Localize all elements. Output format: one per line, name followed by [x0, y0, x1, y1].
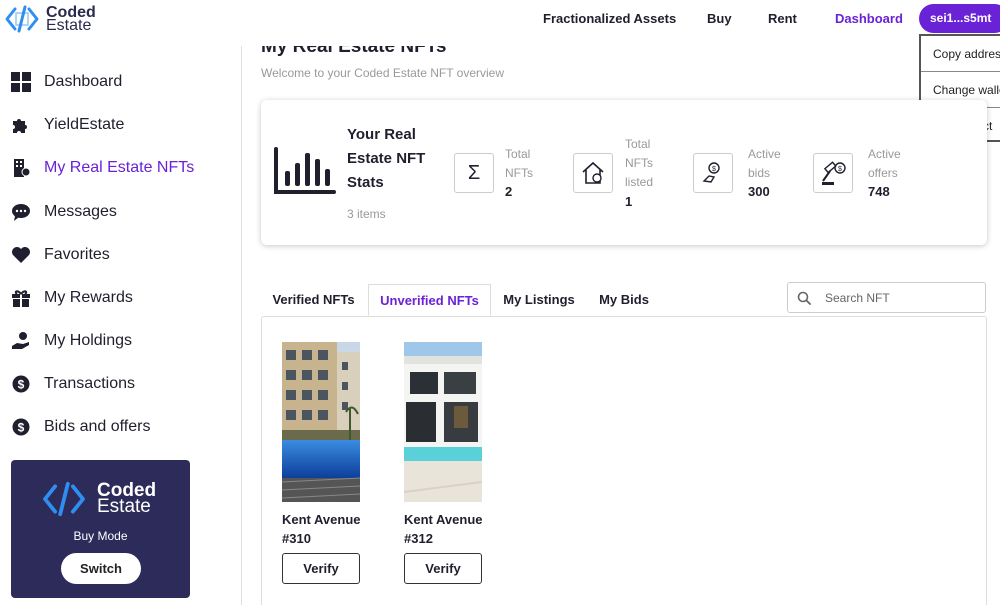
sidebar-item-transactions[interactable]: $ Transactions [10, 372, 135, 396]
search-icon [797, 291, 811, 305]
sidebar-item-my-holdings[interactable]: My Holdings [10, 329, 132, 353]
search-nft-box [787, 282, 986, 313]
hand-coin-icon [10, 330, 32, 352]
mode-label: Buy Mode [73, 529, 128, 543]
svg-text:$: $ [712, 166, 716, 173]
stat-label-active-offers: Active offers [868, 147, 901, 180]
sidebar-item-label: Transactions [44, 375, 135, 392]
nav-rent[interactable]: Rent [768, 11, 797, 26]
brand-line2: Estate [46, 17, 92, 34]
sidebar-item-messages[interactable]: Messages [10, 200, 117, 224]
stats-items-count: 3 items [347, 207, 386, 221]
main-content: My Real Estate NFTs Welcome to your Code… [242, 46, 1000, 605]
sidebar-item-label: Bids and offers [44, 418, 151, 435]
tab-my-bids[interactable]: My Bids [593, 284, 655, 316]
grid-icon [10, 71, 32, 93]
mode-card-logo: Coded Estate [39, 480, 156, 518]
nft-image[interactable] [282, 342, 360, 502]
nft-name-line1: Kent Avenue [404, 512, 483, 527]
tab-verified-nfts[interactable]: Verified NFTs [266, 284, 361, 316]
sidebar-item-my-rewards[interactable]: My Rewards [10, 286, 133, 310]
switch-mode-button[interactable]: Switch [61, 553, 141, 584]
search-input[interactable] [825, 290, 965, 305]
bar-chart-icon [274, 147, 336, 194]
nft-grid-panel: Kent Avenue #310 Verify Kent Avenue #312… [261, 316, 987, 605]
brand-logo[interactable]: Coded Estate [4, 4, 96, 34]
sidebar-item-label: Messages [44, 203, 117, 220]
stats-card: Your Real Estate NFT Stats 3 items Σ Tot… [261, 100, 987, 245]
page-subtitle: Welcome to your Coded Estate NFT overvie… [261, 66, 504, 80]
hand-coin-icon: $ [693, 153, 733, 193]
dollar-circle-icon: $ [10, 416, 32, 438]
sidebar-item-label: My Real Estate NFTs [44, 159, 195, 176]
top-header: Coded Estate Fractionalized Assets Buy R… [0, 0, 1000, 46]
gift-icon [10, 287, 32, 309]
dollar-circle-icon: $ [10, 373, 32, 395]
stat-value-total-nfts: 2 [505, 184, 513, 199]
nft-name-line2: #310 [282, 531, 311, 546]
sidebar-item-label: Favorites [44, 246, 110, 263]
sidebar-item-bids-and-offers[interactable]: $ Bids and offers [10, 415, 150, 439]
heart-icon [10, 244, 32, 266]
stats-title: Your Real Estate NFT Stats [347, 126, 426, 191]
stat-value-active-offers: 748 [868, 184, 890, 199]
sidebar-item-label: Dashboard [44, 73, 123, 90]
page-title: My Real Estate NFTs [261, 46, 447, 57]
wallet-button[interactable]: sei1...s5mt [919, 4, 1000, 33]
svg-text:$: $ [838, 166, 842, 173]
nft-image[interactable] [404, 342, 482, 502]
mode-brand-line2: Estate [97, 496, 151, 517]
auction-hammer-icon: $ [813, 153, 853, 193]
stat-label-total-nfts: Total NFTs [505, 147, 533, 180]
house-coin-icon [573, 153, 613, 193]
nav-fractionalized-assets[interactable]: Fractionalized Assets [543, 11, 676, 26]
chat-icon [10, 201, 32, 223]
code-logo-icon [5, 5, 39, 33]
nav-dashboard[interactable]: Dashboard [835, 11, 903, 26]
tab-unverified-nfts[interactable]: Unverified NFTs [368, 284, 491, 316]
sidebar-item-favorites[interactable]: Favorites [10, 243, 110, 267]
stat-label-active-bids: Active bids [748, 147, 781, 180]
verify-button[interactable]: Verify [404, 553, 482, 584]
puzzle-icon [10, 114, 32, 136]
verify-button[interactable]: Verify [282, 553, 360, 584]
nft-name-line1: Kent Avenue [282, 512, 361, 527]
nft-card[interactable]: Kent Avenue #312 Verify [404, 342, 484, 584]
building-nft-icon [10, 157, 32, 179]
sidebar-item-label: My Rewards [44, 289, 133, 306]
sidebar-item-label: My Holdings [44, 332, 133, 349]
stat-value-total-nfts-listed: 1 [625, 194, 633, 209]
sidebar-item-dashboard[interactable]: Dashboard [10, 70, 122, 94]
sidebar: Dashboard YieldEstate My Real Estate NFT… [0, 46, 242, 605]
sidebar-item-my-real-estate-nfts[interactable]: My Real Estate NFTs [10, 156, 194, 180]
nft-name-line2: #312 [404, 531, 433, 546]
nav-buy[interactable]: Buy [707, 11, 732, 26]
stat-label-total-nfts-listed: Total NFTs listed [625, 137, 654, 189]
stat-value-active-bids: 300 [748, 184, 770, 199]
sidebar-item-label: YieldEstate [44, 116, 125, 133]
sigma-icon: Σ [454, 153, 494, 193]
tab-my-listings[interactable]: My Listings [497, 284, 581, 316]
code-logo-icon [43, 481, 85, 517]
mode-card: Coded Estate Buy Mode Switch [11, 460, 190, 598]
svg-text:$: $ [18, 421, 25, 435]
svg-text:$: $ [18, 378, 25, 392]
sidebar-item-yieldestate[interactable]: YieldEstate [10, 113, 124, 137]
nft-card[interactable]: Kent Avenue #310 Verify [282, 342, 362, 584]
